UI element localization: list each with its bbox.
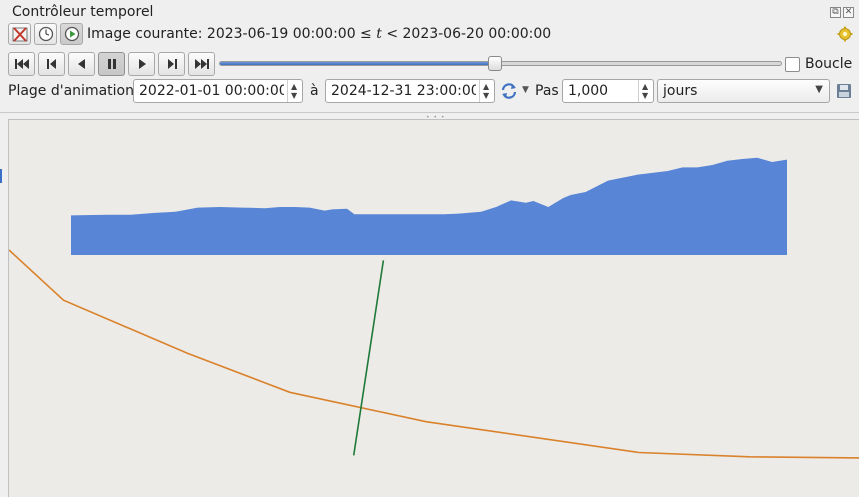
skip-to-start-icon xyxy=(15,59,29,69)
clock-icon xyxy=(38,26,54,42)
green-line-feature[interactable] xyxy=(352,260,385,456)
step-forward-icon xyxy=(168,59,177,69)
animation-range-row: Plage d'animation ▲▼ à ▲▼ ▼ Pas ▲▼ jours… xyxy=(0,78,859,104)
playback-controls: Boucle xyxy=(0,51,859,77)
map-layers xyxy=(9,157,859,459)
step-input[interactable] xyxy=(563,80,639,102)
temporal-toolbar: Image courante: 2023-06-19 00:00:00 ≤ t … xyxy=(0,22,859,48)
loop-label: Boucle xyxy=(805,56,853,72)
current-frame-label: Image courante: 2023-06-19 00:00:00 ≤ t … xyxy=(87,26,552,42)
range-to-label: à xyxy=(310,83,319,99)
step-spinbox[interactable]: ▲▼ xyxy=(562,79,654,103)
chevron-down-icon: ▼ xyxy=(815,84,823,95)
step-label: Pas xyxy=(535,83,559,99)
play-button[interactable] xyxy=(128,52,155,76)
loop-checkbox[interactable] xyxy=(785,57,800,72)
step-unit-value: jours xyxy=(663,83,698,99)
skip-to-end-icon xyxy=(195,59,209,69)
area-layer-feature[interactable] xyxy=(71,157,787,255)
window-title: Contrôleur temporel xyxy=(12,4,154,20)
time-slider-progress xyxy=(220,62,495,65)
pause-icon xyxy=(108,59,116,69)
step-back-button[interactable] xyxy=(38,52,65,76)
animation-range-label: Plage d'animation xyxy=(8,83,134,99)
time-slider[interactable] xyxy=(219,56,782,71)
range-end-datetime[interactable]: ▲▼ xyxy=(325,79,495,103)
export-save-icon[interactable] xyxy=(836,83,852,99)
orange-line-feature[interactable] xyxy=(9,249,859,459)
step-unit-select[interactable]: jours ▼ xyxy=(657,79,830,103)
range-end-stepper[interactable]: ▲ ▼ xyxy=(479,80,494,102)
range-end-input[interactable] xyxy=(326,80,476,102)
play-backward-icon xyxy=(78,59,85,69)
disable-temporal-icon xyxy=(12,27,28,42)
step-forward-button[interactable] xyxy=(158,52,185,76)
animated-navigation-button[interactable] xyxy=(60,23,83,45)
range-start-input[interactable] xyxy=(134,80,284,102)
skip-to-end-button[interactable] xyxy=(188,52,215,76)
time-slider-handle[interactable] xyxy=(487,56,502,71)
play-icon xyxy=(139,59,146,69)
fixed-range-button[interactable] xyxy=(34,23,57,45)
disable-temporal-button[interactable] xyxy=(8,23,31,45)
window-titlebar: Contrôleur temporel ⧉ ✕ xyxy=(0,0,859,24)
map-canvas[interactable] xyxy=(8,119,859,497)
settings-gear-icon[interactable] xyxy=(837,26,853,42)
refresh-range-icon[interactable] xyxy=(500,82,518,100)
panel-separator xyxy=(0,112,859,113)
close-window-icon[interactable]: ✕ xyxy=(843,7,854,18)
range-start-datetime[interactable]: ▲▼ xyxy=(133,79,303,103)
step-back-icon xyxy=(47,59,56,69)
float-window-icon[interactable]: ⧉ xyxy=(830,7,841,18)
step-stepper[interactable]: ▲ ▼ xyxy=(638,80,653,102)
pause-button[interactable] xyxy=(98,52,125,76)
refresh-dropdown-icon[interactable]: ▼ xyxy=(522,85,529,95)
edge-marker xyxy=(0,169,2,183)
range-start-stepper[interactable]: ▲ ▼ xyxy=(287,80,302,102)
skip-to-start-button[interactable] xyxy=(8,52,35,76)
play-backward-button[interactable] xyxy=(68,52,95,76)
animated-clock-icon xyxy=(64,26,80,42)
